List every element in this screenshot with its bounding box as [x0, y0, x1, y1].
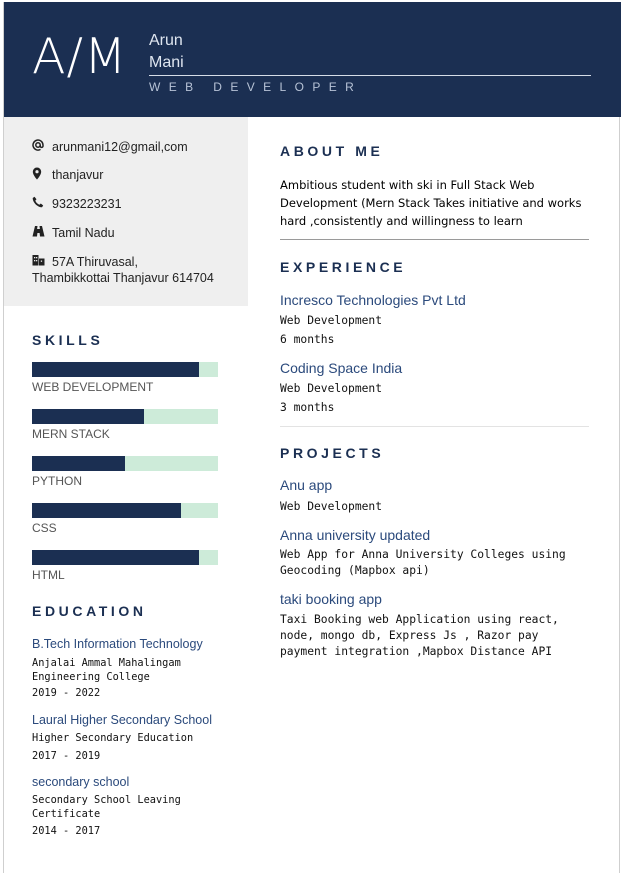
experience-company: Incresco Technologies Pvt Ltd — [280, 292, 466, 308]
contact-panel: arunmani12@gmail,com thanjavur 932322323… — [4, 117, 248, 306]
experience-divider — [280, 426, 589, 427]
education-degree: B.Tech Information Technology — [32, 637, 203, 651]
monogram: A/M — [32, 28, 128, 85]
state-text: Tamil Nadu — [52, 226, 115, 240]
contact-city: thanjavur — [32, 167, 103, 183]
education-degree: secondary school — [32, 775, 130, 789]
contact-address: 57A Thiruvasal, Thambikkottai Thanjavur … — [32, 254, 214, 286]
education-institution: Higher Secondary Education — [32, 732, 194, 744]
education-heading: EDUCATION — [32, 603, 147, 619]
last-name: Mani — [149, 54, 184, 71]
skill-label: CSS — [32, 521, 57, 535]
skill-bar-mern-stack — [32, 409, 218, 424]
skill-fill — [32, 409, 144, 424]
skill-fill — [32, 456, 125, 471]
skill-label: HTML — [32, 568, 65, 582]
skill-fill — [32, 550, 200, 565]
experience-duration: 3 months — [280, 401, 335, 414]
resume-header: A/M Arun Mani WEB DEVELOPER — [4, 2, 621, 117]
contact-state: Tamil Nadu — [32, 225, 115, 241]
skill-label: MERN STACK — [32, 427, 110, 441]
skills-heading: SKILLS — [32, 332, 104, 348]
phone-icon — [32, 196, 52, 211]
skill-label: WEB DEVELOPMENT — [32, 380, 154, 394]
education-institution: Anjalai Ammal Mahalingam Engineering Col… — [32, 657, 181, 683]
skill-bar-css — [32, 503, 218, 518]
email-text: arunmani12@gmail,com — [52, 140, 188, 154]
skill-label: PYTHON — [32, 474, 83, 488]
city-text: thanjavur — [52, 168, 104, 182]
contact-email: arunmani12@gmail,com — [32, 139, 188, 155]
experience-role: Web Development — [280, 382, 383, 395]
address-text: 57A Thiruvasal, Thambikkottai Thanjavur … — [32, 254, 214, 286]
about-divider — [280, 239, 589, 240]
phone-text: 9323223231 — [52, 197, 122, 211]
experience-company: Coding Space India — [280, 360, 403, 376]
first-name: Arun — [149, 32, 183, 49]
job-title: WEB DEVELOPER — [149, 80, 363, 94]
skill-fill — [32, 503, 181, 518]
map-icon — [32, 225, 52, 240]
map-pin-icon — [32, 167, 52, 183]
contact-phone: 9323223231 — [32, 196, 122, 212]
education-years: 2019 - 2022 — [32, 687, 101, 699]
education-institution: Secondary School Leaving Certificate — [32, 794, 181, 820]
project-description: Web Development — [280, 500, 383, 513]
projects-heading: PROJECTS — [280, 445, 385, 461]
education-years: 2017 - 2019 — [32, 750, 101, 762]
skill-bar-python — [32, 456, 218, 471]
project-description: Web App for Anna University Colleges usi… — [280, 548, 566, 577]
address-line-2: Thambikkottai Thanjavur 614704 — [32, 271, 214, 285]
skill-fill — [32, 362, 200, 377]
at-icon — [32, 139, 52, 154]
experience-heading: EXPERIENCE — [280, 259, 407, 275]
skill-bar-html — [32, 550, 218, 565]
project-description: Taxi Booking web Application using react… — [280, 613, 559, 658]
experience-duration: 6 months — [280, 333, 335, 346]
building-icon — [32, 254, 52, 269]
project-name: taki booking app — [280, 591, 382, 607]
resume-page: A/M Arun Mani WEB DEVELOPER arunmani12@g… — [3, 2, 621, 873]
project-name: Anu app — [280, 477, 333, 493]
address-line-1: 57A Thiruvasal, — [52, 255, 138, 269]
header-divider — [149, 75, 591, 76]
project-name: Anna university updated — [280, 527, 431, 543]
skill-bar-web-development — [32, 362, 218, 377]
experience-role: Web Development — [280, 314, 383, 327]
about-text: Ambitious student with ski in Full Stack… — [280, 178, 582, 228]
education-years: 2014 - 2017 — [32, 825, 101, 837]
education-degree: Laural Higher Secondary School — [32, 713, 212, 727]
about-heading: ABOUT ME — [280, 143, 384, 159]
